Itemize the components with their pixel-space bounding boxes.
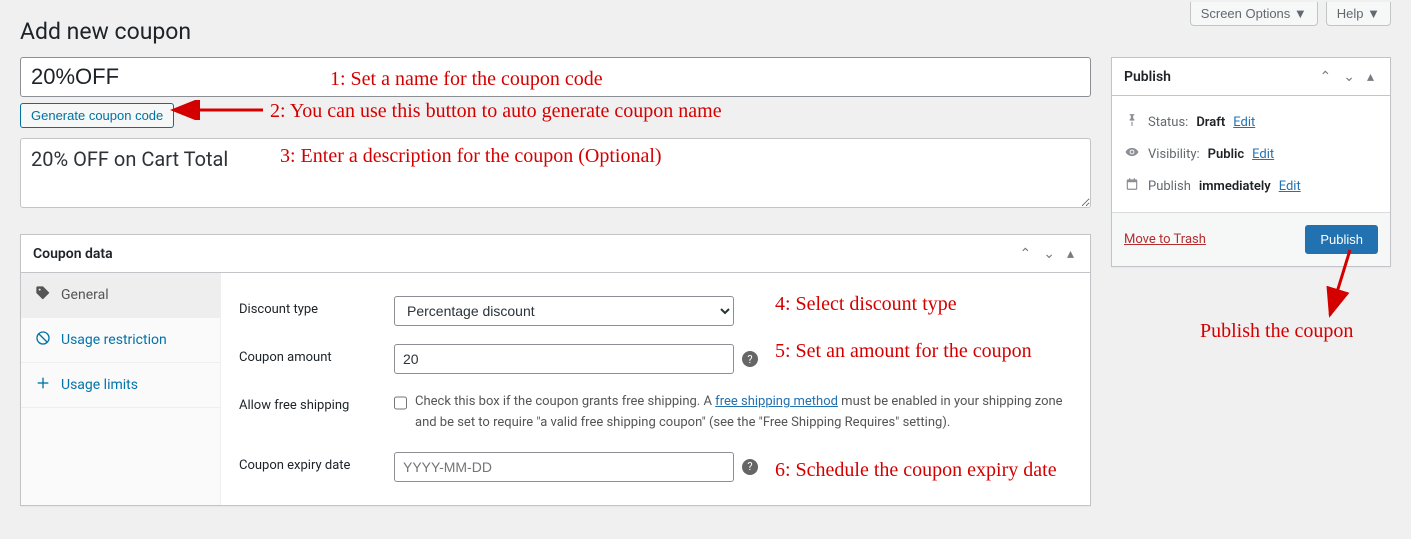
plus-icon — [35, 375, 51, 395]
free-shipping-checkbox[interactable] — [394, 395, 407, 411]
generate-coupon-code-button[interactable]: Generate coupon code — [20, 103, 174, 128]
visibility-label: Visibility: — [1148, 147, 1200, 162]
status-label: Status: — [1148, 115, 1188, 130]
coupon-data-heading: Coupon data — [33, 246, 113, 262]
free-shipping-text: Check this box if the coupon grants free… — [415, 392, 1072, 434]
move-down-button[interactable]: ⌄ — [1039, 243, 1059, 264]
no-entry-icon — [35, 330, 51, 350]
edit-schedule-link[interactable]: Edit — [1279, 179, 1301, 194]
schedule-label-2: immediately — [1199, 179, 1271, 194]
publish-button[interactable]: Publish — [1305, 225, 1378, 254]
help-button[interactable]: Help ▼ — [1326, 2, 1391, 26]
pin-icon — [1124, 113, 1140, 131]
coupon-amount-input[interactable] — [394, 344, 734, 374]
screen-options-button[interactable]: Screen Options ▼ — [1190, 2, 1318, 26]
expiry-date-label: Coupon expiry date — [239, 452, 394, 473]
tab-general[interactable]: General — [21, 273, 220, 318]
schedule-label-1: Publish — [1148, 179, 1191, 194]
tag-icon — [35, 285, 51, 305]
eye-icon — [1124, 145, 1140, 163]
publish-heading: Publish — [1124, 69, 1171, 85]
help-icon[interactable]: ? — [742, 351, 758, 367]
toggle-panel-button[interactable]: ▴ — [1063, 243, 1078, 264]
edit-visibility-link[interactable]: Edit — [1252, 147, 1274, 162]
discount-type-label: Discount type — [239, 296, 394, 317]
coupon-amount-label: Coupon amount — [239, 344, 394, 365]
move-to-trash-link[interactable]: Move to Trash — [1124, 232, 1206, 247]
publish-box: Publish ⌃ ⌄ ▴ Status: Draft Edit — [1111, 57, 1391, 267]
move-up-button[interactable]: ⌃ — [1016, 243, 1036, 264]
edit-status-link[interactable]: Edit — [1233, 115, 1255, 130]
coupon-description-textarea[interactable]: 20% OFF on Cart Total — [20, 138, 1091, 208]
move-up-button[interactable]: ⌃ — [1316, 66, 1336, 87]
tab-usage-restriction[interactable]: Usage restriction — [21, 318, 220, 363]
visibility-value: Public — [1208, 147, 1244, 162]
tab-restriction-label: Usage restriction — [61, 332, 167, 348]
coupon-title-input[interactable] — [20, 57, 1091, 97]
coupon-data-box: Coupon data ⌃ ⌄ ▴ General — [20, 234, 1091, 506]
tab-usage-limits[interactable]: Usage limits — [21, 363, 220, 408]
page-title: Add new coupon — [20, 0, 1391, 57]
move-down-button[interactable]: ⌄ — [1339, 66, 1359, 87]
expiry-date-input[interactable] — [394, 452, 734, 482]
tab-limits-label: Usage limits — [61, 377, 138, 393]
tab-general-label: General — [61, 287, 109, 303]
calendar-icon — [1124, 177, 1140, 195]
toggle-panel-button[interactable]: ▴ — [1363, 66, 1378, 87]
discount-type-select[interactable]: Percentage discount — [394, 296, 734, 326]
free-shipping-method-link[interactable]: free shipping method — [715, 394, 838, 409]
status-value: Draft — [1196, 115, 1225, 130]
free-shipping-label: Allow free shipping — [239, 392, 394, 413]
help-icon[interactable]: ? — [742, 459, 758, 475]
